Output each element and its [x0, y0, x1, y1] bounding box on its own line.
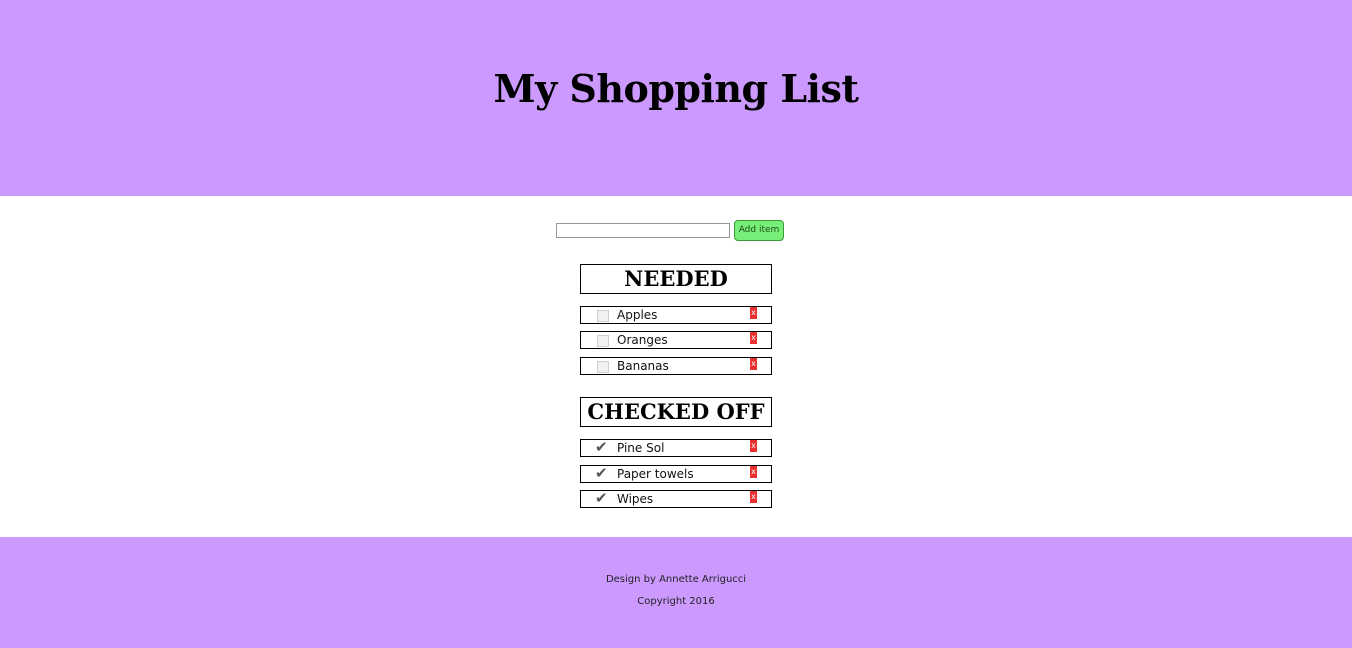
- item-input[interactable]: [556, 223, 730, 238]
- delete-button[interactable]: x: [750, 466, 757, 478]
- delete-button[interactable]: x: [750, 358, 757, 370]
- page-title: My Shopping List: [493, 66, 859, 111]
- delete-button[interactable]: x: [750, 440, 757, 452]
- item-label: Pine Sol: [617, 441, 665, 455]
- delete-button[interactable]: x: [750, 307, 757, 319]
- item-checkbox[interactable]: [597, 310, 609, 322]
- footer-credit: Design by Annette Arrigucci: [605, 574, 747, 585]
- list-item: ✔ Wipes x: [580, 489, 772, 508]
- item-checkbox[interactable]: [597, 335, 609, 347]
- list-item: Bananas x: [580, 357, 772, 375]
- check-icon[interactable]: ✔: [595, 489, 608, 507]
- list-item: Apples x: [580, 306, 772, 324]
- add-item-button[interactable]: Add item: [734, 220, 784, 241]
- item-label: Wipes: [617, 492, 654, 506]
- needed-heading: NEEDED: [580, 264, 772, 294]
- footer: Design by Annette Arrigucci Copyright 20…: [0, 537, 1352, 648]
- delete-button[interactable]: x: [750, 332, 757, 344]
- delete-button[interactable]: x: [750, 491, 757, 503]
- check-icon[interactable]: ✔: [595, 464, 608, 482]
- footer-copyright: Copyright 2016: [637, 596, 715, 607]
- item-label: Paper towels: [617, 467, 694, 481]
- item-label: Bananas: [617, 359, 669, 373]
- item-checkbox[interactable]: [597, 361, 609, 373]
- check-icon[interactable]: ✔: [595, 438, 608, 456]
- item-label: Oranges: [617, 333, 668, 347]
- checked-off-heading: CHECKED OFF: [580, 397, 772, 427]
- list-item: ✔ Paper towels x: [580, 464, 772, 483]
- list-item: ✔ Pine Sol x: [580, 438, 772, 457]
- list-item: Oranges x: [580, 331, 772, 349]
- header-banner: My Shopping List: [0, 0, 1352, 196]
- item-label: Apples: [617, 308, 658, 322]
